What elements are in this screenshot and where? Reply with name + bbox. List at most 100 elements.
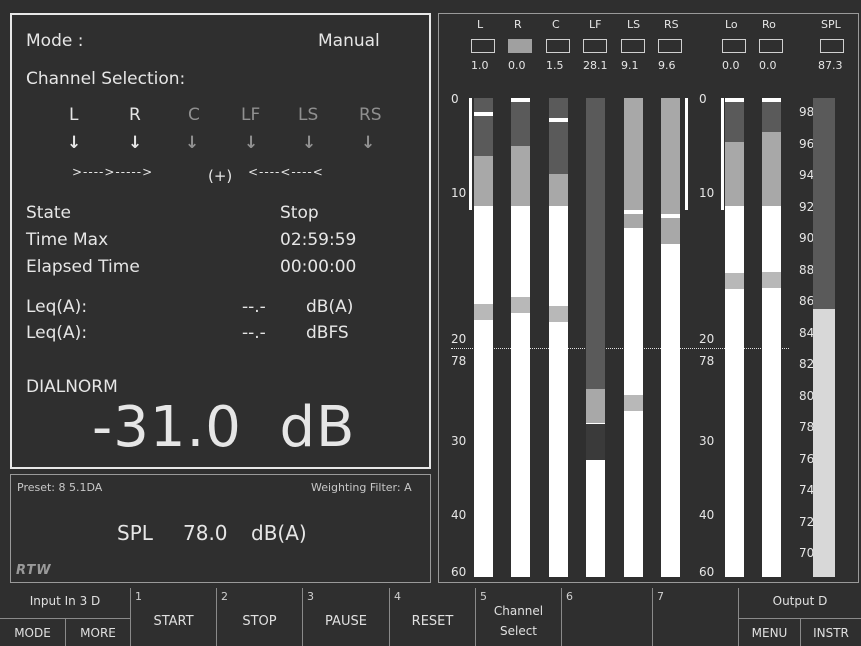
meter-bar-peakhold bbox=[762, 132, 781, 206]
elapsed-time-value: 00:00:00 bbox=[280, 257, 357, 277]
pause-button[interactable]: 3 PAUSE bbox=[302, 588, 389, 646]
state-value: Stop bbox=[280, 203, 319, 223]
output-header-ro: Ro bbox=[762, 18, 776, 31]
meter-panel: L 1.0 R 0.0 C 1.5 LF 28.1 LS 9.1 RS 9.6 Lo 0.0 Ro 0.0 SP… bbox=[438, 13, 859, 583]
preset-label: Preset: 8 5.1DA bbox=[17, 481, 103, 494]
arrow-down-icon: ↓ bbox=[67, 133, 82, 153]
spl-scale-tick: 92 bbox=[799, 199, 815, 214]
state-label: State bbox=[26, 203, 71, 223]
mode-button[interactable]: MODE bbox=[0, 618, 65, 646]
softkey-number: 1 bbox=[135, 590, 142, 603]
channel-peak-value: 9.1 bbox=[621, 59, 639, 72]
meter-grey-marker bbox=[762, 272, 781, 288]
elapsed-time-label: Elapsed Time bbox=[26, 257, 140, 277]
channel-select-label-1: Channel bbox=[493, 604, 544, 618]
reset-button-label: RESET bbox=[411, 614, 454, 629]
leq-dbfs-unit: dBFS bbox=[306, 323, 349, 343]
time-max-value: 02:59:59 bbox=[280, 230, 357, 250]
channel-select-button[interactable]: 5 Channel Select bbox=[475, 588, 561, 646]
menu-button-label: MENU bbox=[751, 626, 788, 640]
spl-header: SPL bbox=[821, 18, 841, 31]
meter-bar-level bbox=[549, 206, 568, 577]
more-button-label: MORE bbox=[80, 626, 116, 640]
channel-label-ls: LS bbox=[298, 105, 319, 125]
left-scale-tick: 10 bbox=[451, 186, 467, 200]
left-scale-tick: 40 bbox=[451, 508, 467, 522]
more-button[interactable]: MORE bbox=[65, 618, 130, 646]
softkey-bar: Input In 3 D MODE MORE 1 START 2 STOP 3 … bbox=[0, 588, 861, 646]
spl-scale-tick: 84 bbox=[799, 325, 815, 340]
scale-bracket bbox=[721, 98, 724, 210]
spl-value: 78.0 bbox=[183, 521, 228, 545]
output-peak-value: 0.0 bbox=[759, 59, 777, 72]
start-button[interactable]: 1 START bbox=[130, 588, 216, 646]
meter-grey-marker bbox=[511, 297, 530, 313]
meter-bar-level bbox=[474, 206, 493, 577]
arrow-down-icon: ↓ bbox=[185, 133, 200, 153]
meter-bar-level bbox=[511, 206, 530, 577]
leq-dba-unit: dB(A) bbox=[306, 297, 354, 317]
right-scale-tick: 20 bbox=[699, 332, 715, 346]
arrow-down-icon: ↓ bbox=[302, 133, 317, 153]
stop-button[interactable]: 2 STOP bbox=[216, 588, 302, 646]
softkey-number: 5 bbox=[480, 590, 487, 603]
meter-peak-marker bbox=[511, 98, 530, 102]
left-scale-tick: 20 bbox=[451, 332, 467, 346]
meter-peak-marker bbox=[474, 112, 493, 116]
left-scale-tick: 0 bbox=[451, 92, 459, 106]
weighting-filter-label: Weighting Filter: A bbox=[311, 481, 412, 494]
spl-scale-tick: 74 bbox=[799, 483, 815, 497]
time-max-label: Time Max bbox=[26, 230, 109, 250]
meter-bar-level bbox=[762, 206, 781, 577]
spl-scale-tick: 82 bbox=[799, 357, 815, 371]
channel-peak-value: 1.0 bbox=[471, 59, 489, 72]
channel-label-c: C bbox=[188, 105, 200, 125]
channel-clip-indicator bbox=[621, 39, 645, 53]
right-scale-tick: 40 bbox=[699, 508, 715, 522]
meter-grey-marker bbox=[725, 273, 744, 289]
spl-scale-tick: 88 bbox=[799, 262, 815, 277]
menu-button[interactable]: MENU bbox=[738, 618, 800, 646]
right-scale-tick: 60 bbox=[699, 565, 715, 579]
left-scale-tick: 78 bbox=[451, 354, 467, 368]
meter-peak-marker bbox=[661, 214, 680, 218]
meter-bar-peakhold bbox=[624, 98, 643, 228]
spl-peak-value: 87.3 bbox=[818, 59, 843, 72]
start-button-label: START bbox=[153, 614, 194, 629]
output-label: Output D bbox=[772, 594, 828, 608]
meter-bar-gap bbox=[586, 424, 605, 460]
sum-plus: (+) bbox=[208, 167, 233, 185]
softkey-6[interactable]: 6 bbox=[561, 588, 652, 646]
input-label: Input In 3 D bbox=[29, 594, 101, 608]
right-scale-tick: 10 bbox=[699, 186, 715, 200]
mode-button-label: MODE bbox=[14, 626, 51, 640]
spl-scale-tick: 96 bbox=[799, 136, 815, 151]
meter-grey-marker bbox=[549, 306, 568, 322]
spl-meter-level bbox=[813, 309, 835, 577]
right-scale-tick: 30 bbox=[699, 434, 715, 448]
channel-clip-indicator bbox=[508, 39, 532, 53]
spl-scale-tick: 76 bbox=[799, 451, 815, 466]
channel-label-l: L bbox=[69, 105, 79, 125]
instr-button[interactable]: INSTR bbox=[800, 618, 861, 646]
leq-dbfs-value: --.- bbox=[242, 323, 266, 343]
reset-button[interactable]: 4 RESET bbox=[389, 588, 475, 646]
output-clip-indicator bbox=[722, 39, 746, 53]
leq-dba-label: Leq(A): bbox=[26, 297, 88, 317]
channel-peak-value: 9.6 bbox=[658, 59, 676, 72]
pause-button-label: PAUSE bbox=[325, 614, 367, 629]
sum-right: <----<----< bbox=[248, 165, 324, 179]
spl-scale-tick: 94 bbox=[799, 168, 815, 182]
left-scale-tick: 30 bbox=[451, 434, 467, 448]
meter-peak-marker bbox=[549, 118, 568, 122]
spl-scale-tick: 78 bbox=[799, 420, 815, 434]
spl-clip-indicator bbox=[820, 39, 844, 53]
softkey-7[interactable]: 7 bbox=[652, 588, 738, 646]
channel-header-r: R bbox=[514, 18, 522, 31]
meter-peak-marker bbox=[762, 98, 781, 102]
rtw-logo: RTW bbox=[16, 563, 52, 578]
channel-header-c: C bbox=[552, 18, 560, 31]
channel-label-rs: RS bbox=[359, 105, 382, 125]
channel-peak-value: 1.5 bbox=[546, 59, 564, 72]
dialnorm-value: -31.0 dB bbox=[92, 395, 356, 460]
